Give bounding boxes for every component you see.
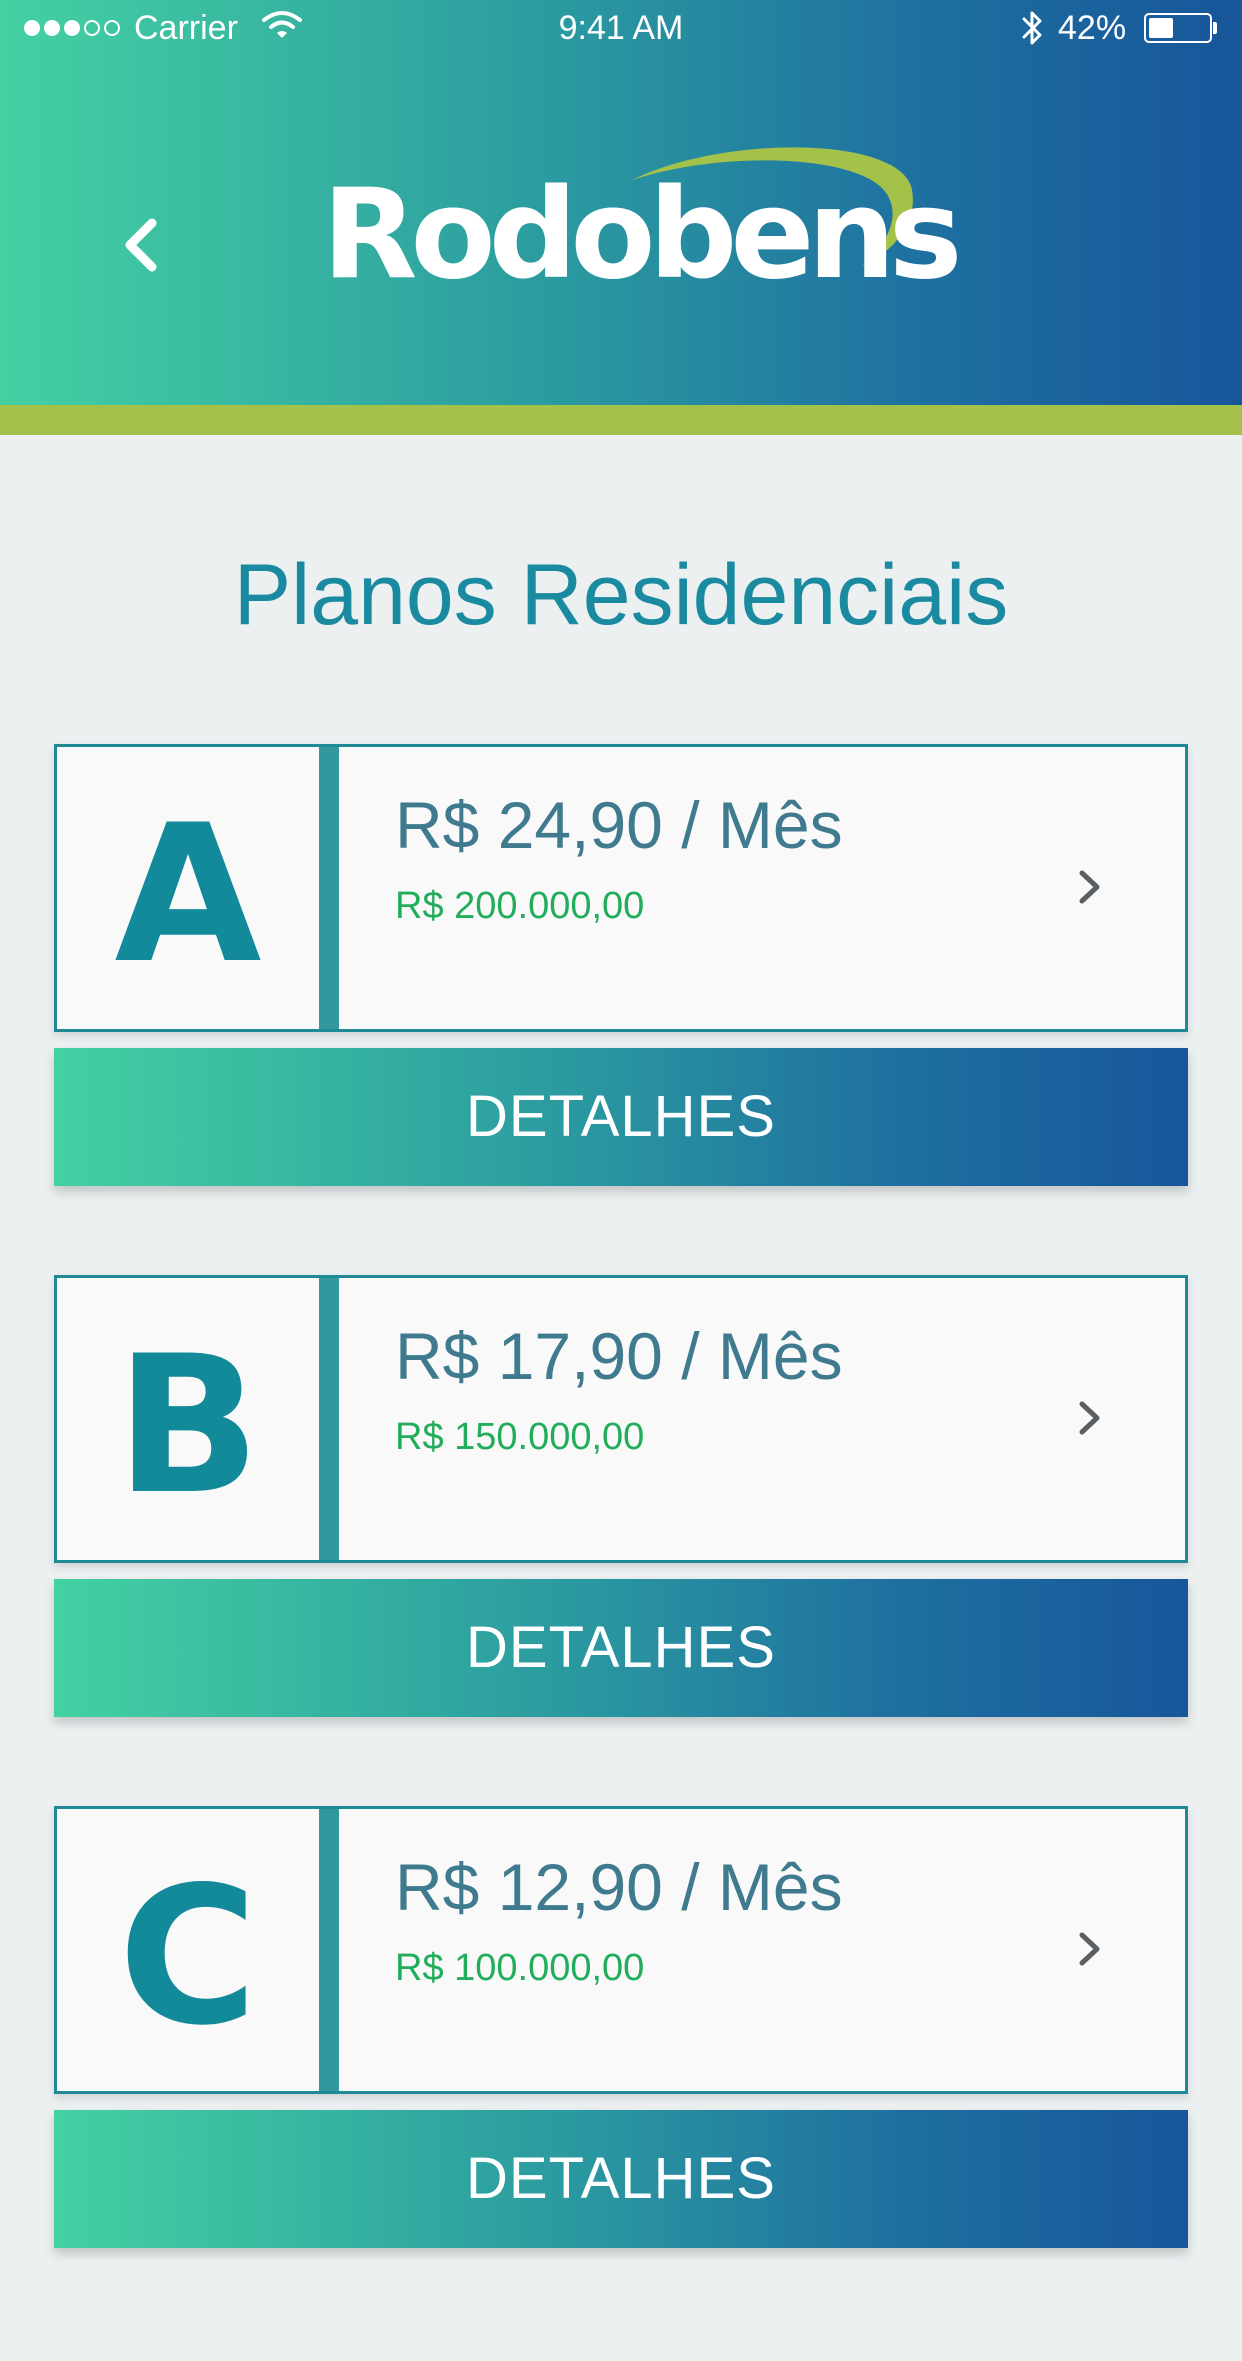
- battery-nub: [1213, 22, 1217, 34]
- plan-a: A R$ 24,90 / Mês R$ 200.000,00 DETALHES: [54, 744, 1188, 1186]
- chevron-right-icon: [1079, 1932, 1100, 1966]
- plan-letter-box: A: [57, 747, 339, 1029]
- plan-card[interactable]: A R$ 24,90 / Mês R$ 200.000,00: [54, 744, 1188, 1032]
- details-button[interactable]: DETALHES: [54, 1579, 1188, 1717]
- bluetooth-icon: [1022, 11, 1042, 45]
- details-button[interactable]: DETALHES: [54, 1048, 1188, 1186]
- plan-card[interactable]: C R$ 12,90 / Mês R$ 100.000,00: [54, 1806, 1188, 2094]
- status-bar: Carrier 9:41 AM 42%: [0, 0, 1242, 56]
- battery-level: [1149, 18, 1173, 38]
- plan-coverage: R$ 150.000,00: [395, 1416, 645, 1458]
- chevron-right-icon: [1079, 1401, 1100, 1435]
- plan-letter: C: [118, 1846, 258, 2067]
- plan-price: R$ 17,90 / Mês: [395, 1319, 843, 1393]
- battery-percentage: 42%: [1058, 9, 1127, 47]
- page-title: Planos Residenciais: [233, 547, 1009, 643]
- battery-icon: [1144, 13, 1212, 43]
- header-accent-stripe: [0, 405, 1242, 435]
- plan-b: B R$ 17,90 / Mês R$ 150.000,00 DETALHES: [54, 1275, 1188, 1717]
- plan-letter: B: [115, 1315, 261, 1536]
- plan-coverage: R$ 200.000,00: [395, 885, 645, 927]
- back-button[interactable]: [110, 205, 170, 285]
- plan-card[interactable]: B R$ 17,90 / Mês R$ 150.000,00: [54, 1275, 1188, 1563]
- plan-price: R$ 12,90 / Mês: [395, 1850, 843, 1924]
- chevron-right-icon: [1079, 870, 1100, 904]
- details-button[interactable]: DETALHES: [54, 2110, 1188, 2248]
- plan-letter-box: B: [57, 1278, 339, 1560]
- chevron-left-icon: [125, 218, 157, 272]
- logo-wordmark: Rodobens: [322, 163, 963, 307]
- plan-coverage: R$ 100.000,00: [395, 1947, 645, 1989]
- plan-letter: A: [114, 784, 262, 1005]
- status-time: 9:41 AM: [558, 9, 684, 47]
- logo: Rodobens: [322, 140, 963, 307]
- plan-letter-box: C: [57, 1809, 339, 2091]
- plan-c: C R$ 12,90 / Mês R$ 100.000,00 DETALHES: [54, 1806, 1188, 2248]
- plan-price: R$ 24,90 / Mês: [395, 788, 843, 862]
